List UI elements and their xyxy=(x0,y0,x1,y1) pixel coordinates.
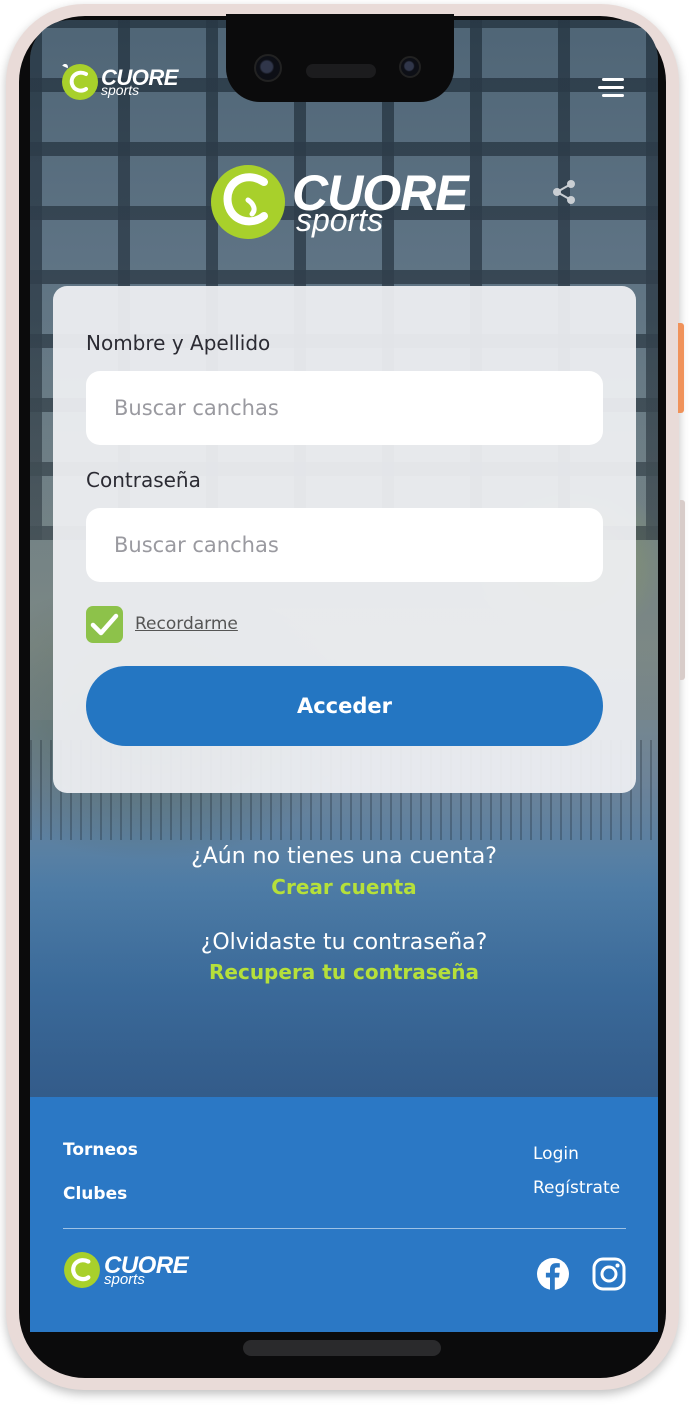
remember-checkbox[interactable] xyxy=(86,606,123,643)
phone-side-button xyxy=(678,323,684,413)
name-input[interactable] xyxy=(86,371,603,445)
sensor-icon xyxy=(399,56,421,78)
logo-subtext: sports xyxy=(104,1270,145,1288)
login-button[interactable]: Acceder xyxy=(86,666,603,746)
logo-subtext: sports xyxy=(296,202,384,238)
recover-password-link-wrap: Recupera tu contraseña xyxy=(30,960,658,984)
footer-logo[interactable]: CUORE sports xyxy=(63,1251,189,1289)
logo-subtext: sports xyxy=(101,82,140,98)
footer-link-register[interactable]: Regístrate xyxy=(533,1178,620,1198)
front-camera-icon xyxy=(254,54,282,82)
login-card: Nombre y Apellido Contraseña Recordarme … xyxy=(53,286,636,793)
phone-notch xyxy=(226,14,454,102)
create-account-link[interactable]: Crear cuenta xyxy=(271,875,416,899)
logo-mark-icon xyxy=(211,165,285,239)
phone-volume-button xyxy=(680,500,685,680)
app-screen: CUORE sports CUORE sports Nombre y Apell… xyxy=(30,20,658,1332)
forgot-password-text: ¿Olvidaste tu contraseña? xyxy=(200,930,488,955)
speaker-grille xyxy=(306,64,376,78)
footer-link-login[interactable]: Login xyxy=(533,1144,579,1164)
name-label: Nombre y Apellido xyxy=(86,331,271,355)
footer-link-clubes[interactable]: Clubes xyxy=(63,1184,127,1204)
footer-link-torneos[interactable]: Torneos xyxy=(63,1140,138,1160)
remember-label[interactable]: Recordarme xyxy=(135,614,238,634)
instagram-icon[interactable] xyxy=(592,1257,626,1291)
share-icon[interactable] xyxy=(550,178,578,206)
header-logo[interactable]: CUORE sports xyxy=(62,64,178,100)
password-input[interactable] xyxy=(86,508,603,582)
facebook-icon[interactable] xyxy=(536,1257,570,1291)
main-logo: CUORE sports xyxy=(208,162,469,242)
hamburger-icon[interactable] xyxy=(594,78,624,98)
password-label: Contraseña xyxy=(86,468,201,492)
home-indicator xyxy=(243,1340,441,1356)
footer-divider xyxy=(63,1228,626,1229)
create-account-link-wrap: Crear cuenta xyxy=(30,875,658,899)
logo-mark-icon xyxy=(64,1252,100,1288)
footer: Torneos Clubes Login Regístrate CUORE sp… xyxy=(30,1097,658,1332)
logo-mark-icon xyxy=(62,64,98,100)
recover-password-link[interactable]: Recupera tu contraseña xyxy=(209,960,479,984)
no-account-text: ¿Aún no tienes una cuenta? xyxy=(191,844,497,869)
checkmark-icon xyxy=(90,613,119,636)
